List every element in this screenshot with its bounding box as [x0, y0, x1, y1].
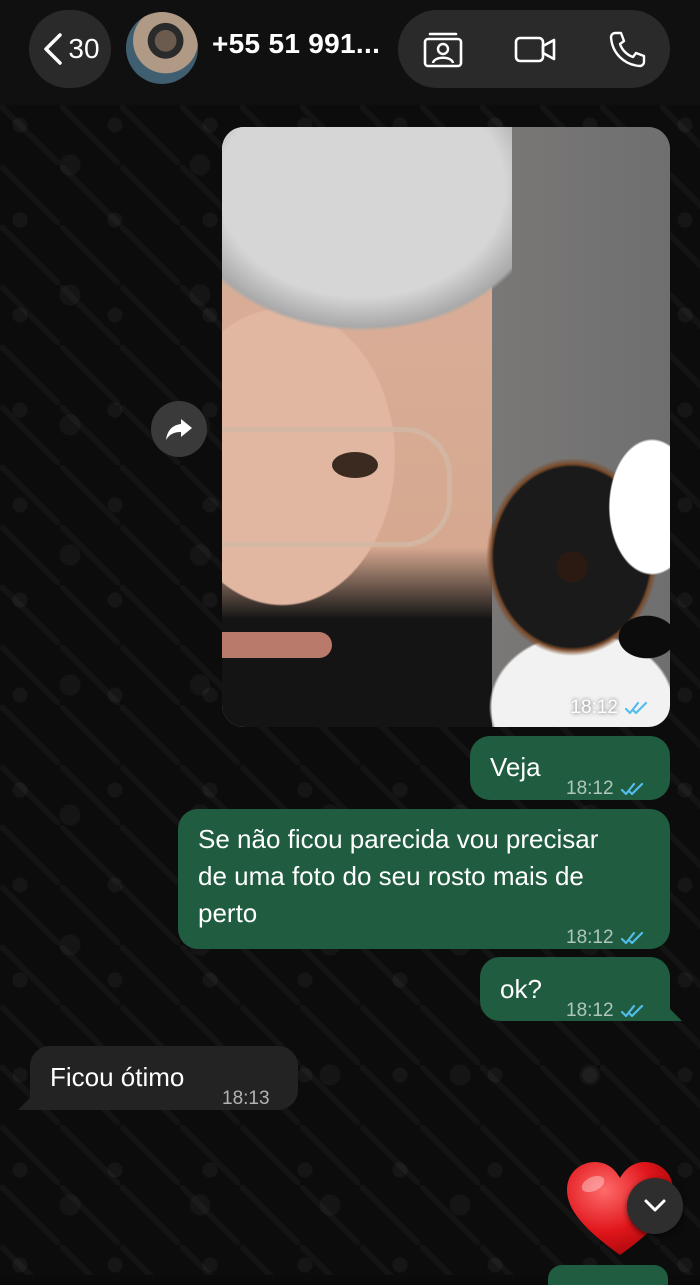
scroll-to-bottom-button[interactable]: [627, 1178, 683, 1234]
message-bubble[interactable]: ok? 18:12: [480, 957, 670, 1021]
message-time: 18:12: [566, 1000, 614, 1021]
read-ticks-icon: [620, 781, 648, 797]
message-line: de uma foto do seu rosto mais de: [198, 861, 584, 891]
photo-eye: [332, 452, 378, 478]
message-bubble[interactable]: Se não ficou parecida vou precisar de um…: [178, 809, 670, 949]
message-meta: 18:12: [566, 770, 648, 807]
phone-icon: [609, 31, 646, 68]
chevron-down-icon: [644, 1199, 666, 1212]
chat-header: 30 +55 51 991...: [0, 0, 700, 105]
photo-hair: [222, 127, 512, 357]
contact-name[interactable]: +55 51 991...: [212, 28, 380, 60]
message-text: Ficou ótimo: [50, 1062, 185, 1092]
message-time: 18:12: [570, 697, 618, 718]
message-meta: 18:12: [566, 992, 648, 1029]
message-meta: 18:12: [570, 697, 652, 719]
photo-glasses: [222, 427, 452, 547]
message-bubble[interactable]: [548, 1265, 668, 1285]
message-meta: 18:13: [222, 1080, 270, 1117]
message-time: 18:12: [566, 927, 614, 948]
contact-card-button[interactable]: [422, 30, 464, 68]
message-meta: 18:12: [566, 919, 648, 956]
message-text: ok?: [500, 974, 542, 1004]
forward-icon: [166, 419, 192, 440]
read-ticks-icon: [620, 930, 648, 946]
call-actions: [398, 10, 670, 88]
forward-button[interactable]: [151, 401, 207, 457]
message-line: perto: [198, 898, 258, 928]
unread-count: 30: [68, 33, 100, 64]
image-message[interactable]: 18:12: [222, 127, 670, 727]
message-time: 18:13: [222, 1088, 270, 1109]
video-camera-icon: [514, 36, 556, 63]
photo-lips: [222, 632, 332, 658]
voice-call-button[interactable]: [606, 30, 648, 68]
read-ticks-icon: [624, 700, 652, 716]
back-button[interactable]: 30: [29, 10, 111, 88]
chevron-left-icon: [44, 33, 63, 65]
message-bubble-incoming[interactable]: Ficou ótimo 18:13: [30, 1046, 298, 1110]
avatar[interactable]: [126, 12, 198, 84]
contact-card-icon: [423, 32, 463, 68]
message-time: 18:12: [566, 778, 614, 799]
message-line: Se não ficou parecida vou precisar: [198, 824, 599, 854]
read-ticks-icon: [620, 1003, 648, 1019]
photo-dog: [432, 407, 670, 727]
message-bubble[interactable]: Veja 18:12: [470, 736, 670, 800]
video-call-button[interactable]: [514, 30, 556, 68]
message-text: Veja: [490, 752, 541, 782]
